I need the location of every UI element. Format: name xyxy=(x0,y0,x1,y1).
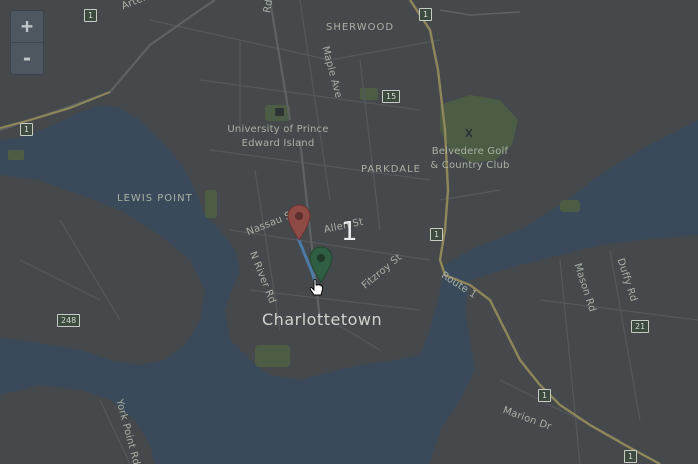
route-shield-1: 1 xyxy=(624,450,638,463)
route-shield-1: 1 xyxy=(430,228,444,241)
city-label-charlottetown: Charlottetown xyxy=(262,310,383,329)
place-label-university: University of Prince Edward Island xyxy=(227,124,329,149)
place-label-sherwood: SHERWOOD xyxy=(326,22,395,33)
route-shield-1: 1 xyxy=(419,8,433,21)
route-shield-1: 1 xyxy=(20,123,34,136)
route-shield-248: 248 xyxy=(57,314,81,327)
route-shield-1: 1 xyxy=(84,9,98,22)
route-shield-15: 15 xyxy=(382,90,401,103)
cluster-count-label: 1 xyxy=(341,217,358,247)
red-marker-icon[interactable] xyxy=(287,204,311,242)
zoom-control: + - xyxy=(10,10,44,75)
place-label-lewis-point: LEWIS POINT xyxy=(117,193,193,204)
place-label-parkdale: PARKDALE xyxy=(361,164,421,175)
place-label-golf: Belvedere Golf & Country Club xyxy=(430,146,510,171)
hand-cursor-icon xyxy=(309,279,323,296)
route-shield-21: 21 xyxy=(631,320,650,333)
university-icon xyxy=(275,108,284,116)
zoom-out-button[interactable]: - xyxy=(11,42,43,74)
map-view[interactable]: Arterial Hwy Rd SHERWOOD Maple Ave Unive… xyxy=(0,0,698,464)
route-shield-1: 1 xyxy=(538,389,552,402)
zoom-in-button[interactable]: + xyxy=(11,11,43,42)
